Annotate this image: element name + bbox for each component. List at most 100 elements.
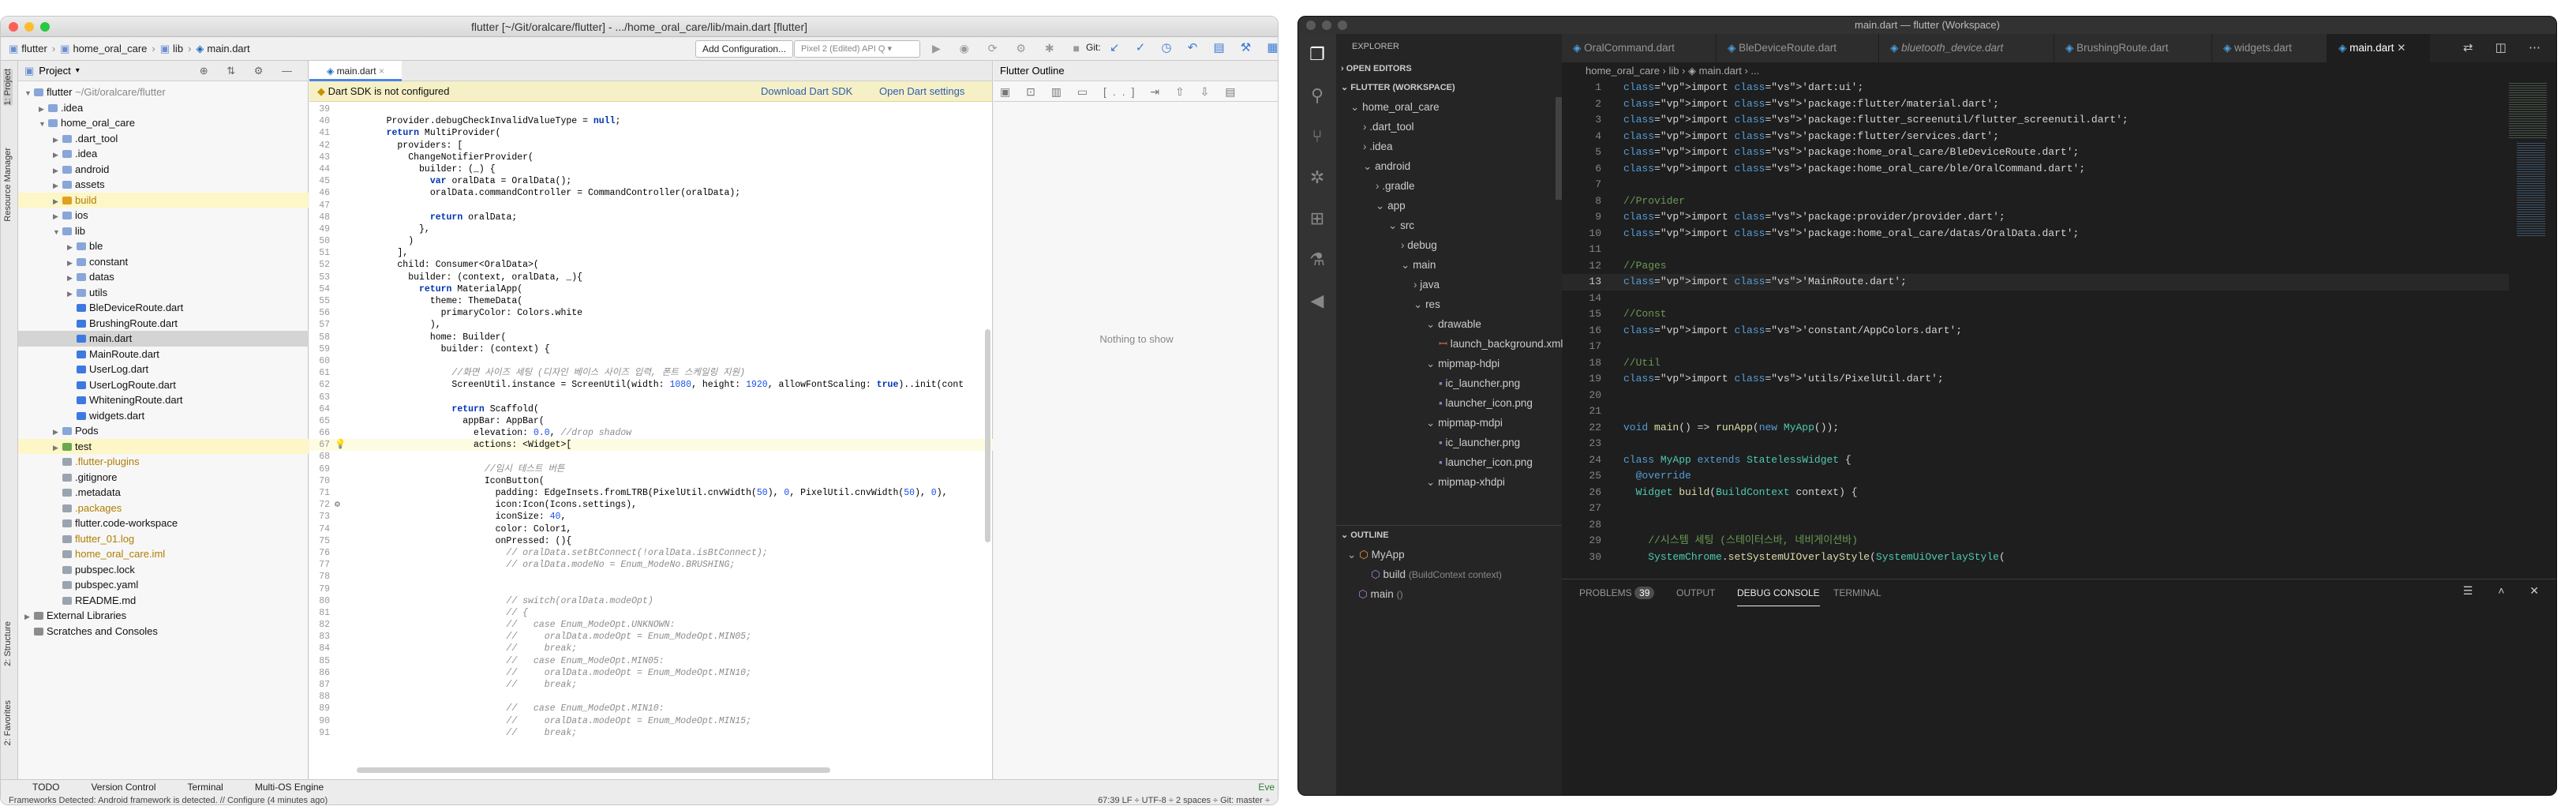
panel-tool-icons[interactable]: ⊕ ⇅ ⚙ — — [200, 61, 300, 81]
git-toolbar-icons[interactable]: ↙ ✓ ◷ ↶ ▤ ⚒ ▦ ▣ ⚲ — [1110, 40, 1278, 54]
workspace-tree-item[interactable]: ⌄ main — [1336, 255, 1562, 275]
tab-brushingroute-dart[interactable]: ◈ BrushingRoute.dart — [2054, 34, 2212, 62]
workspace-tree-item[interactable]: ▪ launcher_icon.png — [1336, 393, 1562, 413]
workspace-tree-item[interactable]: › .gradle — [1336, 176, 1562, 196]
todo-tab[interactable]: TODO — [32, 782, 59, 793]
debug-icon[interactable]: ✲ — [1308, 168, 1327, 187]
tree-item[interactable]: ▼ flutter ~/Git/oralcare/flutter — [18, 84, 309, 100]
tree-item[interactable]: ▶ build — [18, 192, 309, 208]
tab-bledeviceroute-dart[interactable]: ◈ BleDeviceRoute.dart — [1717, 34, 1879, 62]
workspace-tree-item[interactable]: › java — [1336, 275, 1562, 294]
tree-item[interactable]: ▶ .idea — [18, 146, 309, 162]
tree-item[interactable]: main.dart — [18, 331, 309, 347]
expand-arrow-icon[interactable]: ▼ — [39, 117, 48, 133]
maximize-window-button[interactable] — [40, 22, 50, 32]
tree-item[interactable]: ▶ test — [18, 438, 309, 454]
tree-item[interactable]: ▶ datas — [18, 269, 309, 285]
outline-section[interactable]: ⌄ OUTLINE — [1336, 525, 1562, 544]
workspace-tree-item[interactable]: ⌄ app — [1336, 196, 1562, 216]
tree-item[interactable]: flutter_01.log — [18, 531, 309, 547]
workspace-tree-item[interactable]: ⌄ mipmap-xhdpi — [1336, 472, 1562, 492]
workspace-tree-item[interactable]: ▪ ic_launcher.png — [1336, 373, 1562, 393]
vscode-code-area[interactable]: 1 class="vp">import class="vs">'dart:ui';… — [1562, 80, 2509, 565]
open-dart-settings-link[interactable]: Open Dart settings — [879, 81, 964, 102]
tree-item[interactable]: widgets.dart — [18, 408, 309, 424]
expand-arrow-icon[interactable]: ▶ — [67, 271, 77, 287]
tree-item[interactable]: MainRoute.dart — [18, 347, 309, 362]
editor-action-icons[interactable]: ⇄ ◫ ⋯ — [2463, 40, 2550, 54]
tree-item[interactable]: BrushingRoute.dart — [18, 316, 309, 332]
tree-item[interactable]: home_oral_care.iml — [18, 546, 309, 562]
extensions-icon[interactable]: ⊞ — [1308, 209, 1327, 228]
download-sdk-link[interactable]: Download Dart SDK — [761, 81, 852, 102]
workspace-tree-item[interactable]: ▪ launcher_icon.png — [1336, 452, 1562, 472]
workspace-tree-item[interactable]: ⌄ drawable — [1336, 314, 1562, 334]
workspace-tree-item[interactable]: ⌄ home_oral_care — [1336, 97, 1562, 117]
expand-arrow-icon[interactable]: ▼ — [24, 86, 34, 102]
tree-item[interactable]: ▶ .idea — [18, 100, 309, 116]
event-log-tab[interactable]: Eve — [1258, 782, 1275, 793]
expand-arrow-icon[interactable]: ▼ — [53, 225, 62, 241]
expand-arrow-icon[interactable]: ▶ — [67, 240, 77, 256]
tab-bluetooth-device-dart[interactable]: ◈ bluetooth_device.dart — [1879, 34, 2054, 62]
workspace-tree-item[interactable]: ⌄ res — [1336, 294, 1562, 314]
version-control-tab[interactable]: Version Control — [91, 782, 155, 793]
tree-item[interactable]: UserLogRoute.dart — [18, 377, 309, 393]
workspace-tree-item[interactable]: ⌄ mipmap-hdpi — [1336, 354, 1562, 373]
panel-action-icons[interactable]: ☰ ˄ ✕ — [2463, 584, 2550, 598]
close-window-button[interactable] — [1306, 21, 1316, 30]
workspace-tree-item[interactable]: › .idea — [1336, 137, 1562, 156]
expand-arrow-icon[interactable]: ▶ — [53, 148, 62, 163]
add-configuration-button[interactable]: Add Configuration... — [695, 40, 794, 58]
favorites-tab[interactable]: 2: Favorites — [3, 700, 13, 745]
sidebar-scrollbar[interactable] — [1556, 97, 1562, 200]
minimap[interactable] — [2509, 80, 2550, 317]
open-editors-section[interactable]: › OPEN EDITORS — [1336, 59, 1562, 78]
tree-item[interactable]: pubspec.yaml — [18, 577, 309, 593]
terminal-tab[interactable]: Terminal — [188, 782, 223, 793]
tab-oralcommand-dart[interactable]: ◈ OralCommand.dart — [1562, 34, 1717, 62]
tree-item[interactable]: ▶ ble — [18, 238, 309, 254]
tab-main-dart[interactable]: ◈ main.dart × — [309, 61, 402, 81]
problems-tab[interactable]: PROBLEMS 39 — [1579, 579, 1655, 606]
tree-item[interactable]: flutter.code-workspace — [18, 516, 309, 531]
multi-os-engine-tab[interactable]: Multi-OS Engine — [255, 782, 324, 793]
outline-item-build[interactable]: ⬡ build (BuildContext context) — [1336, 564, 1562, 584]
breadcrumb-bar[interactable]: home_oral_care › lib › ◈ main.dart › ... — [1562, 62, 2556, 80]
tab-main-dart[interactable]: ◈ main.dart ✕ — [2327, 34, 2430, 62]
breadcrumb-lib[interactable]: lib — [173, 43, 183, 54]
flutter-icon[interactable]: ◀ — [1308, 291, 1327, 310]
tree-item[interactable]: pubspec.lock — [18, 562, 309, 578]
tree-item[interactable]: Scratches and Consoles — [18, 624, 309, 639]
workspace-tree-item[interactable]: ▪ ic_launcher.png — [1336, 433, 1562, 452]
tree-item[interactable]: BleDeviceRoute.dart — [18, 300, 309, 316]
tree-item[interactable]: ▶ android — [18, 162, 309, 178]
outline-item-myapp[interactable]: ⌄ ⬡ MyApp — [1336, 545, 1562, 564]
run-toolbar-icons[interactable]: ▶ ◉ ⟳ ⚙ ✱ ■ — [932, 42, 1088, 55]
tree-item[interactable]: ▼ home_oral_care — [18, 115, 309, 131]
breadcrumb-flutter[interactable]: flutter — [21, 43, 47, 54]
expand-arrow-icon[interactable]: ▶ — [53, 209, 62, 225]
expand-arrow-icon[interactable]: ▶ — [53, 425, 62, 441]
code-area[interactable]: 39 40 Provider.debugCheckInvalidValueType… — [309, 103, 993, 739]
project-tool-tab[interactable]: 1: Project — [3, 69, 13, 106]
tree-item[interactable]: ▶ constant — [18, 254, 309, 270]
tree-item[interactable]: .flutter-plugins — [18, 454, 309, 470]
status-info[interactable]: 67:39 LF ÷ UTF-8 ÷ 2 spaces ÷ Git: maste… — [1098, 796, 1270, 805]
outline-toolbar[interactable]: ▣ ⊡ ▥ ▭ [..] ⇥ ⇧ ⇩ ▤ — [994, 81, 1278, 102]
tree-item[interactable]: .gitignore — [18, 470, 309, 486]
workspace-tree-item[interactable]: ⌄ android — [1336, 156, 1562, 176]
resource-manager-tab[interactable]: Resource Manager — [3, 148, 13, 222]
breadcrumb-home-oral-care[interactable]: home_oral_care — [73, 43, 147, 54]
horizontal-scrollbar[interactable] — [357, 767, 830, 773]
source-control-icon[interactable]: ⑂ — [1308, 127, 1327, 146]
project-view-selector[interactable]: Project — [39, 61, 70, 81]
expand-arrow-icon[interactable]: ▶ — [53, 178, 62, 194]
workspace-tree-item[interactable]: ⌄ src — [1336, 216, 1562, 235]
workspace-tree-item[interactable]: ⌄ mipmap-mdpi — [1336, 413, 1562, 433]
tree-item[interactable]: .metadata — [18, 485, 309, 501]
tree-item[interactable]: ▶ ios — [18, 208, 309, 223]
editor-scrollbar[interactable] — [985, 329, 990, 542]
structure-tab[interactable]: 2: Structure — [3, 621, 13, 666]
search-icon[interactable]: ⚲ — [1308, 86, 1327, 105]
